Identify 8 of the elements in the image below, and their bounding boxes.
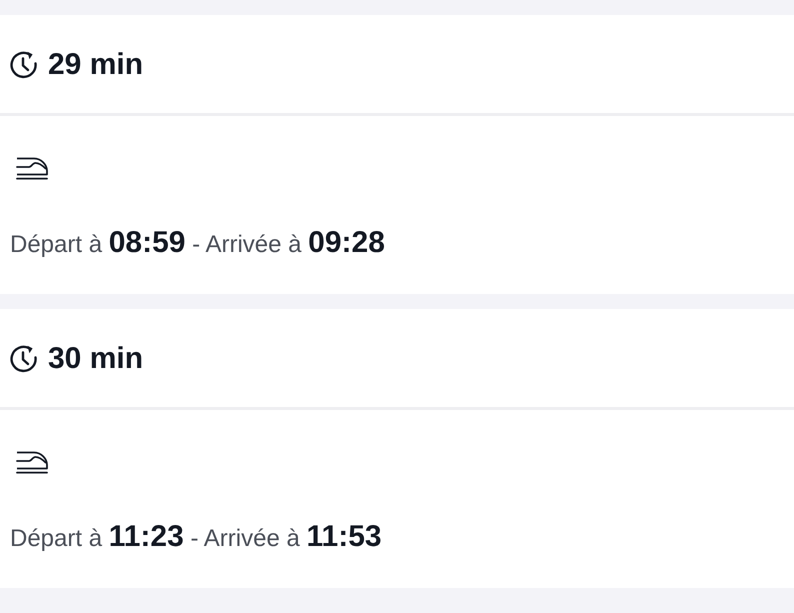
duration-text: 30 min	[48, 342, 144, 375]
schedule-text: Départ à 11:23 - Arrivée à 11:53	[10, 519, 382, 555]
duration-text: 29 min	[48, 48, 144, 81]
schedule-text: Départ à 08:59 - Arrivée à 09:28	[10, 225, 385, 261]
train-icon	[16, 451, 48, 474]
clock-icon	[10, 50, 38, 78]
clock-icon	[10, 344, 38, 372]
train-icon	[16, 157, 48, 180]
